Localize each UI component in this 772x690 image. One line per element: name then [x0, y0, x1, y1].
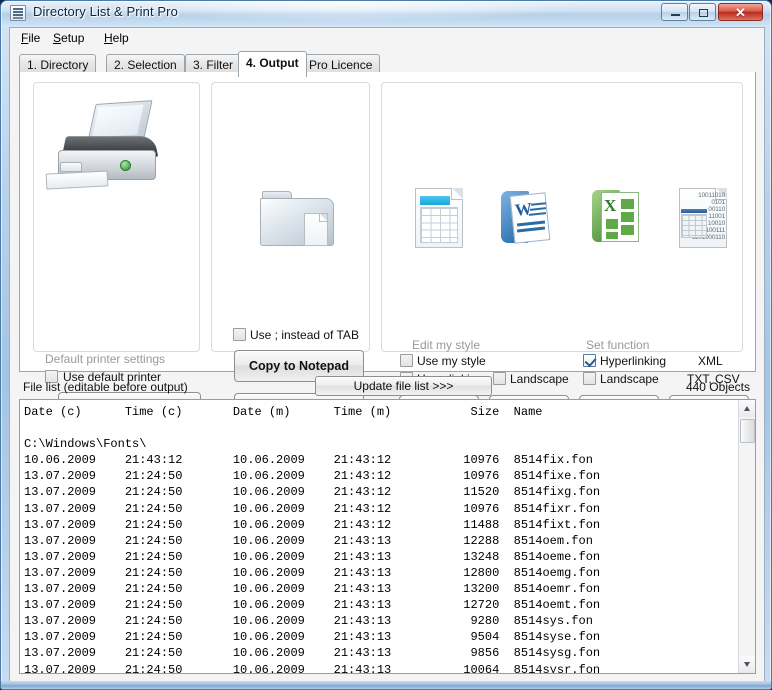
edit-my-style-label: Edit my style — [412, 338, 480, 352]
menu-item-file-rest: ile — [28, 31, 40, 45]
html-table-document-icon — [409, 186, 469, 250]
xml-format-label: XML — [698, 354, 723, 368]
file-list-content[interactable]: Date (c) Time (c) Date (m) Time (m) Size… — [20, 400, 737, 673]
close-icon: ✕ — [719, 4, 762, 20]
file-list-scrollbar[interactable] — [738, 400, 755, 673]
app-icon — [10, 5, 26, 21]
menu-item-setup-rest: etup — [61, 31, 84, 45]
default-printer-settings-label: Default printer settings — [45, 352, 165, 366]
excel-hyperlinking-checkbox[interactable] — [583, 354, 596, 367]
set-function-label: Set function — [586, 338, 649, 352]
update-file-list-button[interactable]: Update file list >>> — [315, 376, 492, 396]
close-button[interactable]: ✕ — [718, 3, 763, 21]
microsoft-word-document-icon: W — [499, 186, 559, 250]
scroll-up-arrow-icon[interactable] — [739, 400, 756, 417]
file-list-label: File list (editable before output) — [23, 380, 188, 394]
binary-data-file-icon: 1001101001010011011001100100100100111110… — [673, 186, 733, 250]
printer-icon — [44, 100, 164, 195]
client-area: 1. Directory 2. Selection 3. Filter 4. O… — [9, 46, 765, 683]
file-list-textbox[interactable]: Date (c) Time (c) Date (m) Time (m) Size… — [19, 399, 756, 674]
file-list-bar: File list (editable before output) Updat… — [19, 376, 756, 398]
excel-hyperlinking-label: Hyperlinking — [600, 354, 666, 368]
menu-item-help[interactable]: Help — [99, 30, 134, 46]
use-my-style-label: Use my style — [417, 354, 486, 368]
scrollbar-thumb[interactable] — [740, 419, 755, 443]
use-semicolon-instead-of-tab-label: Use ; instead of TAB — [250, 328, 359, 342]
file-list-text[interactable]: Date (c) Time (c) Date (m) Time (m) Size… — [24, 404, 737, 673]
window-title: Directory List & Print Pro — [33, 4, 178, 19]
use-semicolon-instead-of-tab-checkbox[interactable] — [233, 328, 246, 341]
menu-item-help-rest: elp — [113, 31, 129, 45]
scroll-down-arrow-icon[interactable] — [739, 656, 756, 673]
title-bar: Directory List & Print Pro ✕ — [1, 1, 772, 25]
tab-output[interactable]: 4. Output — [238, 51, 307, 77]
folder-with-document-icon — [260, 187, 338, 253]
object-count-label: 440 Objects — [686, 380, 750, 394]
minimize-icon — [671, 14, 680, 16]
use-my-style-checkbox[interactable] — [400, 354, 413, 367]
maximize-icon — [699, 9, 708, 17]
maximize-button[interactable] — [689, 3, 716, 21]
menu-item-setup[interactable]: Setup — [48, 30, 89, 46]
menu-bar: File Setup Help — [9, 27, 765, 46]
menu-item-file[interactable]: File — [16, 30, 45, 46]
application-window: Directory List & Print Pro ✕ File Setup … — [0, 0, 772, 690]
window-bottom-edge — [1, 681, 772, 689]
output-tab-panel: Default printer settings Use default pri… — [19, 72, 756, 372]
minimize-button[interactable] — [661, 3, 688, 21]
microsoft-excel-spreadsheet-icon: X — [589, 186, 649, 250]
